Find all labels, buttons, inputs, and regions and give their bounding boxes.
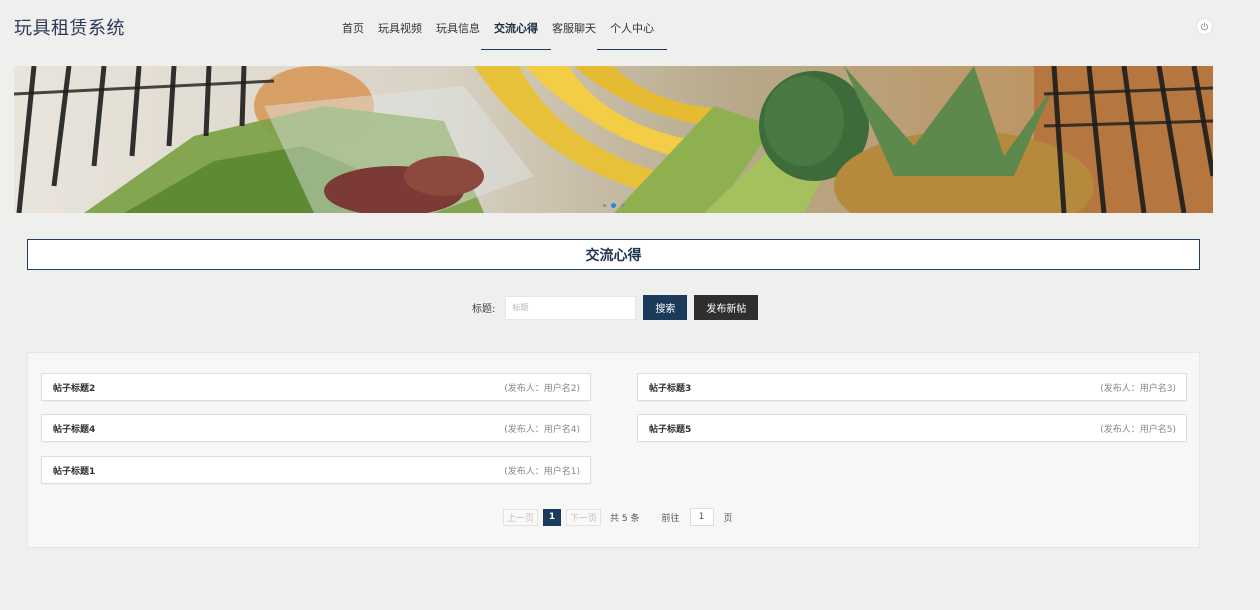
nav-toy-videos[interactable]: 玩具视频 (371, 12, 429, 50)
goto-label: 前往 (661, 513, 680, 524)
search-bar: 标题: 搜索 发布新帖 (472, 295, 759, 320)
power-icon (1200, 22, 1209, 31)
post-title: 帖子标题5 (649, 424, 692, 435)
post-author: (发布人：用户名1) (504, 466, 580, 477)
new-post-button[interactable]: 发布新帖 (694, 295, 759, 320)
post-title: 帖子标题1 (53, 466, 96, 477)
nav-personal-center[interactable]: 个人中心 (597, 12, 667, 50)
post-item[interactable]: 帖子标题2 (发布人：用户名2) (41, 373, 591, 401)
goto-page-input[interactable]: 1 (689, 508, 714, 526)
total-count: 共 5 条 (610, 513, 640, 524)
post-author: (发布人：用户名4) (504, 424, 580, 435)
nav-toy-info[interactable]: 玩具信息 (429, 12, 487, 50)
nav-customer-chat[interactable]: 客服聊天 (545, 12, 603, 50)
post-author: (发布人：用户名3) (1100, 383, 1176, 394)
post-item[interactable]: 帖子标题4 (发布人：用户名4) (41, 414, 591, 442)
post-item[interactable]: 帖子标题3 (发布人：用户名3) (637, 373, 1187, 401)
page-number-current[interactable]: 1 (543, 508, 562, 526)
post-author: (发布人：用户名5) (1100, 424, 1176, 435)
posts-panel: 帖子标题2 (发布人：用户名2) 帖子标题3 (发布人：用户名3) 帖子标题4 … (27, 352, 1200, 548)
page: 玩具租赁系统 首页 玩具视频 玩具信息 交流心得 客服聊天 个人中心 交流心得 … (0, 0, 1260, 610)
carousel-dot[interactable] (621, 204, 624, 207)
banner-carousel[interactable] (14, 66, 1213, 213)
carousel-dot-active[interactable] (611, 203, 616, 208)
prev-page-button[interactable]: 上一页 (503, 508, 539, 526)
site-logo: 玩具租赁系统 (14, 18, 125, 39)
post-author: (发布人：用户名2) (504, 383, 580, 394)
main-nav: 首页 玩具视频 玩具信息 交流心得 客服聊天 个人中心 (335, 12, 667, 50)
search-button[interactable]: 搜索 (643, 295, 688, 320)
page-suffix: 页 (723, 513, 733, 524)
banner-image (14, 66, 1213, 213)
nav-forum[interactable]: 交流心得 (481, 12, 551, 50)
carousel-dot[interactable] (603, 204, 606, 207)
title-search-input[interactable] (505, 295, 637, 320)
post-title: 帖子标题4 (53, 424, 96, 435)
carousel-indicators (14, 203, 1213, 208)
logout-button[interactable] (1196, 18, 1213, 35)
section-title: 交流心得 (27, 239, 1200, 270)
pagination: 上一页 1 下一页 共 5 条 前往 1 页 (503, 508, 733, 526)
search-label: 标题: (472, 304, 496, 315)
next-page-button[interactable]: 下一页 (566, 508, 602, 526)
nav-home[interactable]: 首页 (335, 12, 371, 50)
post-title: 帖子标题2 (53, 383, 96, 394)
post-item[interactable]: 帖子标题1 (发布人：用户名1) (41, 456, 591, 484)
post-item[interactable]: 帖子标题5 (发布人：用户名5) (637, 414, 1187, 442)
post-title: 帖子标题3 (649, 383, 692, 394)
